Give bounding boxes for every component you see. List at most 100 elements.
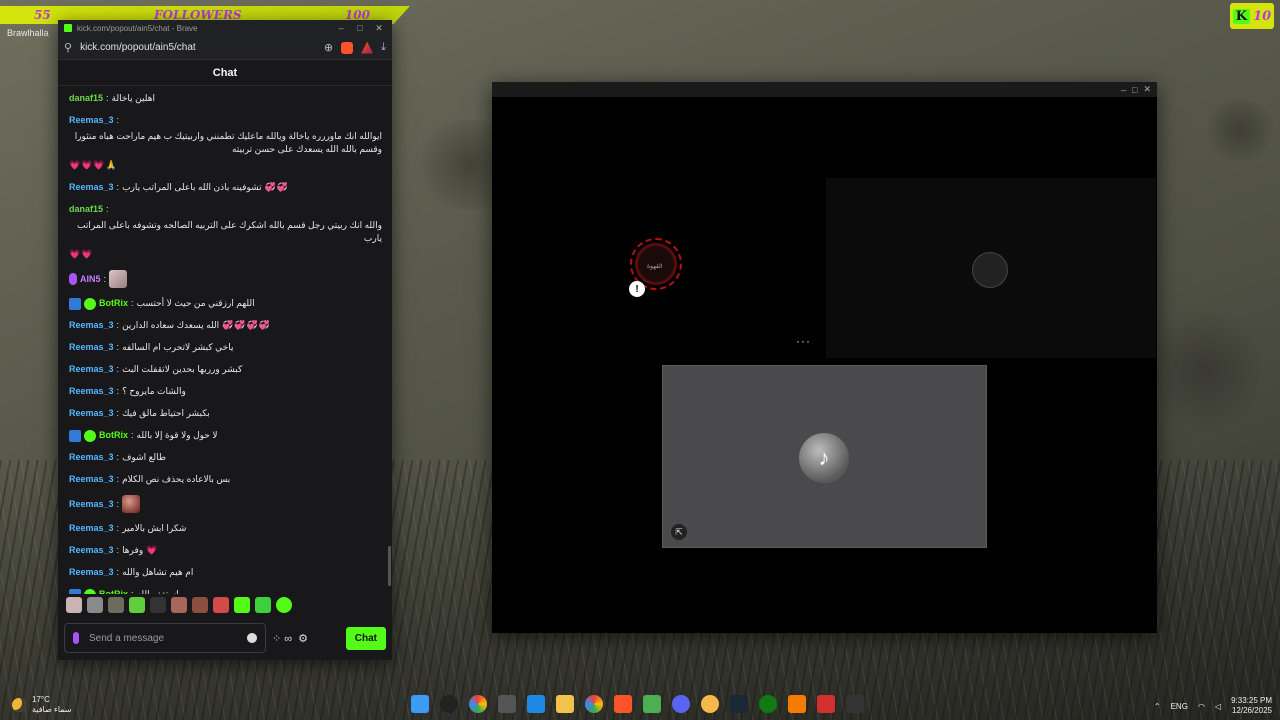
chat-username[interactable]: Reemas_3 bbox=[69, 522, 114, 535]
emote-icon[interactable] bbox=[213, 597, 229, 613]
chat-username[interactable]: BotRix bbox=[99, 297, 128, 310]
more-options-button[interactable]: ··· bbox=[796, 334, 811, 348]
chat-username[interactable]: danaf15 bbox=[69, 203, 103, 216]
clock[interactable]: 9:33:25 PM 12/26/2025 bbox=[1231, 696, 1272, 716]
maximize-icon[interactable]: □ bbox=[353, 23, 367, 33]
close-icon[interactable]: ✕ bbox=[1143, 84, 1151, 95]
chat-message-text: ايوالله انك ماوررره ياخالة ويالله ماعليك… bbox=[74, 131, 382, 154]
separator: : bbox=[106, 93, 109, 103]
site-settings-icon[interactable]: ⚲ bbox=[64, 41, 72, 54]
language-indicator[interactable]: ENG bbox=[1171, 702, 1188, 711]
chat-messages: danaf15: اهلين ياخالة Reemas_3: ايوالله انك… bbox=[58, 86, 392, 594]
windows-start-icon[interactable] bbox=[411, 695, 429, 713]
chat-message-text: اللهم ارزقني من حيث لا أحتسب bbox=[136, 298, 255, 308]
download-icon[interactable]: ⤓ bbox=[381, 41, 386, 54]
participant-avatar[interactable] bbox=[972, 252, 1008, 288]
chat-username[interactable]: BotRix bbox=[99, 588, 128, 594]
separator: : bbox=[116, 567, 120, 577]
xbox-icon[interactable] bbox=[759, 695, 777, 713]
brave-icon[interactable] bbox=[614, 695, 632, 713]
emote-icon[interactable] bbox=[255, 597, 271, 613]
chat-username[interactable]: Reemas_3 bbox=[69, 341, 114, 354]
channel-points-icon[interactable]: ⁘ ∞ bbox=[272, 632, 292, 645]
wifi-icon[interactable]: ◠ bbox=[1198, 702, 1205, 711]
chat-message-emojis: 💗 bbox=[146, 545, 159, 555]
chat-username[interactable]: Reemas_3 bbox=[69, 451, 114, 464]
chat-message-emojis: 💗💗 bbox=[69, 249, 94, 259]
mic-icon[interactable] bbox=[73, 632, 79, 644]
chat-username[interactable]: Reemas_3 bbox=[69, 473, 114, 486]
send-chat-button[interactable]: Chat bbox=[345, 626, 386, 650]
app-icon[interactable] bbox=[643, 695, 661, 713]
steam-icon[interactable] bbox=[730, 695, 748, 713]
emote-icon[interactable] bbox=[276, 597, 292, 613]
app-icon[interactable] bbox=[701, 695, 719, 713]
app-icon[interactable] bbox=[788, 695, 806, 713]
maximize-icon[interactable]: □ bbox=[1132, 85, 1137, 95]
chat-message: Reemas_3: بكبشر احتياط مالق فيك bbox=[69, 407, 382, 420]
chat-username[interactable]: Reemas_3 bbox=[69, 319, 114, 332]
separator: : bbox=[116, 342, 120, 352]
emote-icon[interactable] bbox=[234, 597, 250, 613]
terminal-icon[interactable] bbox=[846, 695, 864, 713]
chat-username[interactable]: Reemas_3 bbox=[69, 363, 114, 376]
settings-gear-icon[interactable]: ⚙ bbox=[298, 632, 308, 645]
emote-icon[interactable] bbox=[87, 597, 103, 613]
minimize-icon[interactable]: – bbox=[1121, 85, 1126, 95]
discord-icon[interactable] bbox=[672, 695, 690, 713]
close-icon[interactable]: ✕ bbox=[372, 23, 386, 34]
chat-message-text: كبشر ورربها بحدين لاتقفلت البث bbox=[122, 364, 243, 374]
file-explorer-icon[interactable] bbox=[556, 695, 574, 713]
chat-username[interactable]: AIN5 bbox=[80, 273, 101, 286]
volume-icon[interactable]: ◁ bbox=[1215, 702, 1221, 711]
emoji-icon[interactable] bbox=[247, 633, 257, 643]
app-icon[interactable] bbox=[817, 695, 835, 713]
brave-rewards-icon[interactable] bbox=[361, 41, 374, 54]
taskbar: 17°C سماء صافية ⌃ ENG ◠ ◁ 9:33:25 PM 12/… bbox=[0, 690, 1280, 720]
call-window-titlebar[interactable]: – □ ✕ bbox=[492, 82, 1157, 97]
chat-username[interactable]: Reemas_3 bbox=[69, 181, 114, 194]
tray-chevron-icon[interactable]: ⌃ bbox=[1154, 702, 1161, 711]
browser-titlebar[interactable]: kick.com/popout/ain5/chat - Brave – □ ✕ bbox=[58, 20, 392, 36]
separator: : bbox=[103, 273, 107, 284]
separator: : bbox=[106, 204, 109, 214]
chat-message-text: الله يسعدك سعاده الدارين bbox=[122, 320, 220, 330]
emote-icon[interactable] bbox=[129, 597, 145, 613]
chat-username[interactable]: Reemas_3 bbox=[69, 544, 114, 557]
chat-message-text: ام هيم تشاهل والله bbox=[122, 567, 194, 577]
chat-scrollbar[interactable] bbox=[388, 546, 391, 586]
chat-message: Reemas_3: والشات مايروح ؟ bbox=[69, 385, 382, 398]
separator: : bbox=[116, 408, 120, 418]
address-bar[interactable]: ⚲ kick.com/popout/ain5/chat ⊕ ⤓ bbox=[58, 36, 392, 60]
emote-icon[interactable] bbox=[150, 597, 166, 613]
chat-message-text: بكبشر احتياط مالق فيك bbox=[122, 408, 210, 418]
emote-icon[interactable] bbox=[171, 597, 187, 613]
chat-input[interactable]: Send a message bbox=[64, 623, 266, 653]
chat-username[interactable]: Reemas_3 bbox=[69, 114, 114, 127]
pop-out-icon[interactable]: ⇱ bbox=[671, 524, 687, 540]
minimize-icon[interactable]: – bbox=[334, 23, 348, 33]
system-tray: ⌃ ENG ◠ ◁ 9:33:25 PM 12/26/2025 bbox=[1154, 696, 1272, 716]
emote-icon[interactable] bbox=[192, 597, 208, 613]
music-stream-tile[interactable]: ♪ ⇱ bbox=[662, 365, 987, 548]
bot-badge-icon bbox=[69, 297, 81, 310]
chat-input-placeholder[interactable]: Send a message bbox=[89, 633, 237, 644]
chat-username[interactable]: Reemas_3 bbox=[69, 498, 114, 511]
chat-username[interactable]: Reemas_3 bbox=[69, 407, 114, 420]
app-icon[interactable] bbox=[469, 695, 487, 713]
app-icon[interactable] bbox=[527, 695, 545, 713]
kick-logo-icon: K bbox=[1232, 8, 1251, 24]
app-icon[interactable] bbox=[440, 695, 458, 713]
brave-shields-icon[interactable] bbox=[341, 41, 354, 54]
zoom-icon[interactable]: ⊕ bbox=[324, 41, 333, 54]
chat-username[interactable]: danaf15 bbox=[69, 92, 103, 105]
emote-icon[interactable] bbox=[66, 597, 82, 613]
chrome-icon[interactable] bbox=[585, 695, 603, 713]
weather-widget[interactable]: 17°C سماء صافية bbox=[12, 695, 72, 715]
url-text[interactable]: kick.com/popout/ain5/chat bbox=[80, 42, 316, 53]
emote-icon[interactable] bbox=[108, 597, 124, 613]
app-icon[interactable] bbox=[498, 695, 516, 713]
chat-username[interactable]: BotRix bbox=[99, 429, 128, 442]
chat-username[interactable]: Reemas_3 bbox=[69, 385, 114, 398]
chat-username[interactable]: Reemas_3 bbox=[69, 566, 114, 579]
